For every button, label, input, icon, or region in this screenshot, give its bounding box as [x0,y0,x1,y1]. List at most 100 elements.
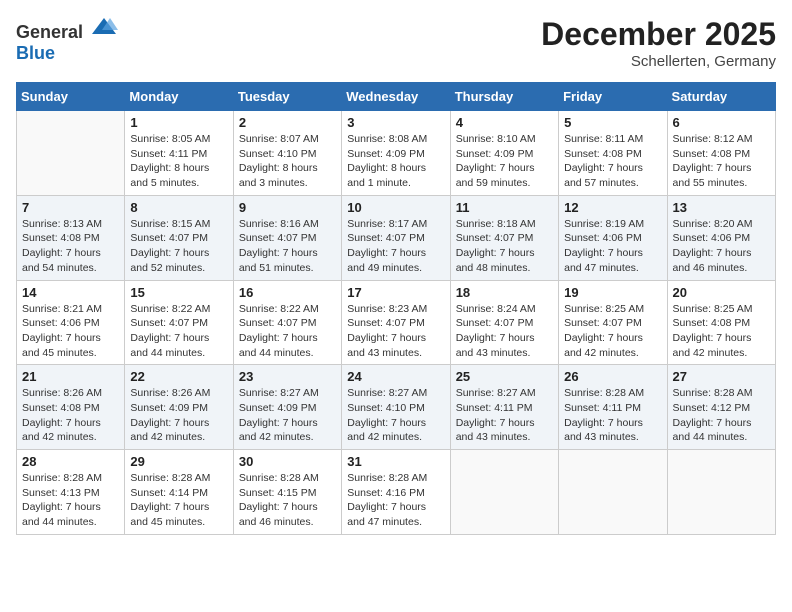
cell-info: Sunrise: 8:17 AMSunset: 4:07 PMDaylight:… [347,217,444,276]
day-number: 26 [564,369,661,384]
cell-info: Sunrise: 8:28 AMSunset: 4:16 PMDaylight:… [347,471,444,530]
cell-info: Sunrise: 8:08 AMSunset: 4:09 PMDaylight:… [347,132,444,191]
cell-info: Sunrise: 8:27 AMSunset: 4:09 PMDaylight:… [239,386,336,445]
calendar-cell: 20Sunrise: 8:25 AMSunset: 4:08 PMDayligh… [667,280,775,365]
calendar-week-row: 1Sunrise: 8:05 AMSunset: 4:11 PMDaylight… [17,111,776,196]
logo-icon [90,16,118,38]
calendar-cell: 26 Sunrise: 8:28 AMSunset: 4:11 PMDayligh… [559,365,667,450]
calendar-cell: 28Sunrise: 8:28 AMSunset: 4:13 PMDayligh… [17,450,125,535]
calendar-cell: 24 Sunrise: 8:27 AMSunset: 4:10 PMDayligh… [342,365,450,450]
calendar-cell: 30 Sunrise: 8:28 AMSunset: 4:15 PMDayligh… [233,450,341,535]
day-number: 6 [673,115,770,130]
day-number: 29 [130,454,227,469]
calendar-cell: 21 Sunrise: 8:26 AMSunset: 4:08 PMDayligh… [17,365,125,450]
header-thursday: Thursday [450,83,558,111]
calendar-cell: 4 Sunrise: 8:10 AMSunset: 4:09 PMDaylight… [450,111,558,196]
cell-info: Sunrise: 8:28 AMSunset: 4:12 PMDaylight:… [673,386,770,445]
calendar-cell: 6 Sunrise: 8:12 AMSunset: 4:08 PMDaylight… [667,111,775,196]
cell-info: Sunrise: 8:25 AMSunset: 4:07 PMDaylight:… [564,302,661,361]
cell-info: Sunrise: 8:24 AMSunset: 4:07 PMDaylight:… [456,302,553,361]
day-number: 23 [239,369,336,384]
cell-info: Sunrise: 8:07 AMSunset: 4:10 PMDaylight:… [239,132,336,191]
cell-info: Sunrise: 8:26 AMSunset: 4:08 PMDaylight:… [22,386,119,445]
cell-info: Sunrise: 8:23 AMSunset: 4:07 PMDaylight:… [347,302,444,361]
header-saturday: Saturday [667,83,775,111]
calendar-table: SundayMondayTuesdayWednesdayThursdayFrid… [16,82,776,535]
day-number: 21 [22,369,119,384]
page-header: General Blue December 2025 Schellerten, … [16,16,776,70]
cell-info: Sunrise: 8:22 AMSunset: 4:07 PMDaylight:… [239,302,336,361]
day-number: 16 [239,285,336,300]
calendar-week-row: 21 Sunrise: 8:26 AMSunset: 4:08 PMDayligh… [17,365,776,450]
day-number: 12 [564,200,661,215]
calendar-cell [667,450,775,535]
location-subtitle: Schellerten, Germany [541,53,776,70]
day-number: 15 [130,285,227,300]
month-year-title: December 2025 [541,16,776,53]
calendar-cell: 3Sunrise: 8:08 AMSunset: 4:09 PMDaylight… [342,111,450,196]
day-number: 10 [347,200,444,215]
cell-info: Sunrise: 8:13 AMSunset: 4:08 PMDaylight:… [22,217,119,276]
calendar-cell: 17 Sunrise: 8:23 AMSunset: 4:07 PMDayligh… [342,280,450,365]
calendar-cell: 18 Sunrise: 8:24 AMSunset: 4:07 PMDayligh… [450,280,558,365]
cell-info: Sunrise: 8:20 AMSunset: 4:06 PMDaylight:… [673,217,770,276]
cell-info: Sunrise: 8:19 AMSunset: 4:06 PMDaylight:… [564,217,661,276]
day-number: 5 [564,115,661,130]
calendar-week-row: 28Sunrise: 8:28 AMSunset: 4:13 PMDayligh… [17,450,776,535]
calendar-cell: 25Sunrise: 8:27 AMSunset: 4:11 PMDayligh… [450,365,558,450]
day-number: 2 [239,115,336,130]
day-number: 11 [456,200,553,215]
calendar-cell: 16 Sunrise: 8:22 AMSunset: 4:07 PMDayligh… [233,280,341,365]
calendar-cell: 31 Sunrise: 8:28 AMSunset: 4:16 PMDayligh… [342,450,450,535]
calendar-cell [17,111,125,196]
logo-blue: Blue [16,43,55,63]
cell-info: Sunrise: 8:28 AMSunset: 4:14 PMDaylight:… [130,471,227,530]
cell-info: Sunrise: 8:25 AMSunset: 4:08 PMDaylight:… [673,302,770,361]
calendar-cell: 11 Sunrise: 8:18 AMSunset: 4:07 PMDayligh… [450,195,558,280]
day-number: 14 [22,285,119,300]
cell-info: Sunrise: 8:28 AMSunset: 4:15 PMDaylight:… [239,471,336,530]
calendar-cell: 10 Sunrise: 8:17 AMSunset: 4:07 PMDayligh… [342,195,450,280]
day-number: 27 [673,369,770,384]
day-number: 22 [130,369,227,384]
cell-info: Sunrise: 8:27 AMSunset: 4:11 PMDaylight:… [456,386,553,445]
cell-info: Sunrise: 8:21 AMSunset: 4:06 PMDaylight:… [22,302,119,361]
cell-info: Sunrise: 8:16 AMSunset: 4:07 PMDaylight:… [239,217,336,276]
day-number: 17 [347,285,444,300]
calendar-cell: 12 Sunrise: 8:19 AMSunset: 4:06 PMDayligh… [559,195,667,280]
cell-info: Sunrise: 8:10 AMSunset: 4:09 PMDaylight:… [456,132,553,191]
day-number: 9 [239,200,336,215]
day-number: 7 [22,200,119,215]
header-friday: Friday [559,83,667,111]
calendar-cell: 27 Sunrise: 8:28 AMSunset: 4:12 PMDayligh… [667,365,775,450]
day-number: 4 [456,115,553,130]
cell-info: Sunrise: 8:18 AMSunset: 4:07 PMDaylight:… [456,217,553,276]
calendar-cell: 1Sunrise: 8:05 AMSunset: 4:11 PMDaylight… [125,111,233,196]
day-number: 18 [456,285,553,300]
day-number: 30 [239,454,336,469]
calendar-cell: 23 Sunrise: 8:27 AMSunset: 4:09 PMDayligh… [233,365,341,450]
cell-info: Sunrise: 8:28 AMSunset: 4:11 PMDaylight:… [564,386,661,445]
calendar-cell: 22Sunrise: 8:26 AMSunset: 4:09 PMDayligh… [125,365,233,450]
title-block: December 2025 Schellerten, Germany [541,16,776,70]
header-sunday: Sunday [17,83,125,111]
header-tuesday: Tuesday [233,83,341,111]
day-number: 31 [347,454,444,469]
header-monday: Monday [125,83,233,111]
day-number: 19 [564,285,661,300]
calendar-cell: 13 Sunrise: 8:20 AMSunset: 4:06 PMDayligh… [667,195,775,280]
calendar-cell: 8Sunrise: 8:15 AMSunset: 4:07 PMDaylight… [125,195,233,280]
calendar-cell: 15 Sunrise: 8:22 AMSunset: 4:07 PMDayligh… [125,280,233,365]
cell-info: Sunrise: 8:11 AMSunset: 4:08 PMDaylight:… [564,132,661,191]
calendar-cell: 29 Sunrise: 8:28 AMSunset: 4:14 PMDayligh… [125,450,233,535]
cell-info: Sunrise: 8:27 AMSunset: 4:10 PMDaylight:… [347,386,444,445]
day-number: 24 [347,369,444,384]
cell-info: Sunrise: 8:22 AMSunset: 4:07 PMDaylight:… [130,302,227,361]
logo: General Blue [16,16,118,64]
cell-info: Sunrise: 8:12 AMSunset: 4:08 PMDaylight:… [673,132,770,191]
cell-info: Sunrise: 8:28 AMSunset: 4:13 PMDaylight:… [22,471,119,530]
day-number: 13 [673,200,770,215]
calendar-cell [559,450,667,535]
header-wednesday: Wednesday [342,83,450,111]
calendar-cell: 19 Sunrise: 8:25 AMSunset: 4:07 PMDayligh… [559,280,667,365]
